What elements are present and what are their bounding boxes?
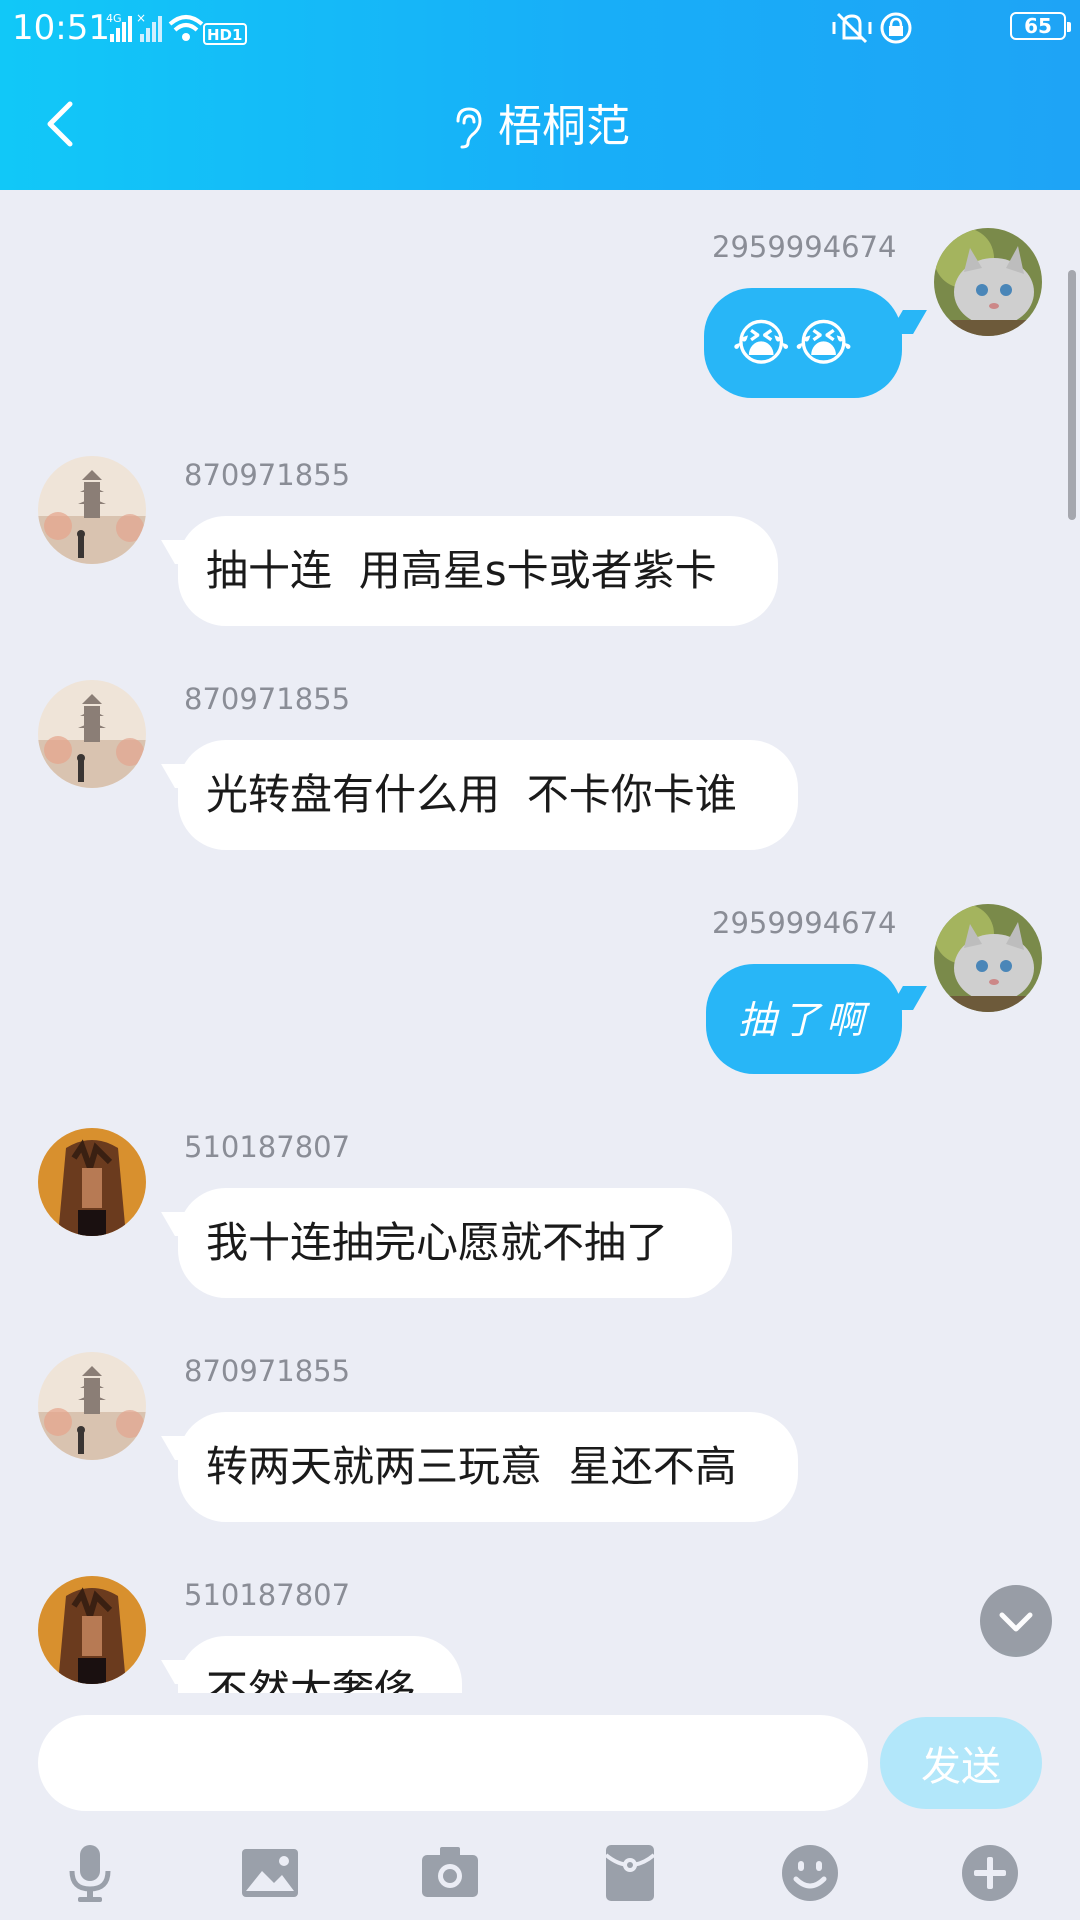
cat-avatar-image [934, 904, 1042, 1012]
message-bubble[interactable]: 我十连抽完心愿就不抽了 [178, 1188, 732, 1298]
input-area: 发送 [0, 1693, 1080, 1920]
chat-title-area[interactable]: 梧桐范 [0, 95, 1080, 157]
pagoda-avatar-image [38, 456, 146, 564]
message-text: 抽十连 用高星s卡或者紫卡 [206, 546, 717, 595]
pagoda-avatar-image [38, 1352, 146, 1460]
message-text: 我十连抽完心愿就不抽了 [206, 1218, 669, 1267]
ear-icon [456, 107, 482, 149]
message-bubble[interactable]: 不然太奢侈 [178, 1636, 462, 1693]
person-avatar-image [38, 1576, 146, 1684]
message-bubble[interactable]: 抽十连 用高星s卡或者紫卡 [178, 516, 778, 626]
signal-wifi-icons: 4G × HD1 [106, 11, 247, 45]
avatar[interactable] [38, 1128, 146, 1236]
battery-indicator: 65 [1010, 12, 1071, 40]
camera-button[interactable] [418, 1841, 482, 1905]
image-button[interactable] [238, 1841, 302, 1905]
chevron-down-icon [999, 1612, 1033, 1632]
emoji-icon [782, 1845, 838, 1901]
sender-id: 2959994674 [712, 230, 897, 264]
svg-text:HD1: HD1 [207, 26, 242, 44]
avatar[interactable] [934, 904, 1042, 1012]
status-time: 10:51 [12, 8, 110, 48]
camera-icon [422, 1847, 478, 1897]
cat-avatar-image [934, 228, 1042, 336]
message-text: 转两天就两三玩意 星还不高 [206, 1442, 737, 1491]
avatar[interactable] [934, 228, 1042, 336]
send-button[interactable]: 发送 [880, 1717, 1042, 1809]
status-right-icons [832, 12, 912, 44]
message-list[interactable]: 2959994674 😭😭 870971855 抽十连 用高星s卡或者紫卡 87… [0, 190, 1080, 1693]
person-avatar-image [38, 1128, 146, 1236]
sender-id: 510187807 [184, 1578, 351, 1612]
message-bubble[interactable]: 😭😭 [704, 288, 902, 398]
more-button[interactable] [958, 1841, 1022, 1905]
scrollbar[interactable] [1068, 270, 1076, 520]
microphone-icon [69, 1845, 111, 1902]
red-packet-button[interactable] [598, 1841, 662, 1905]
input-toolbar [0, 1833, 1080, 1920]
message-bubble[interactable]: 光转盘有什么用 不卡你卡谁 [178, 740, 798, 850]
message-text: 不然太奢侈 [206, 1666, 417, 1693]
avatar[interactable] [38, 1576, 146, 1684]
sender-id: 870971855 [184, 458, 351, 492]
sender-id: 870971855 [184, 1354, 351, 1388]
emoji-button[interactable] [778, 1841, 842, 1905]
avatar[interactable] [38, 456, 146, 564]
chat-title: 梧桐范 [498, 101, 630, 152]
message-text: 光转盘有什么用 不卡你卡谁 [206, 770, 737, 819]
status-bar: 10:51 4G × HD1 65 [0, 0, 1080, 56]
sender-id: 870971855 [184, 682, 351, 716]
network-type: 4G [106, 12, 122, 25]
sender-id: 510187807 [184, 1130, 351, 1164]
message-bubble[interactable]: 抽了啊 [706, 964, 902, 1074]
message-input[interactable] [38, 1715, 868, 1811]
avatar[interactable] [38, 680, 146, 788]
sender-id: 2959994674 [712, 906, 897, 940]
avatar[interactable] [38, 1352, 146, 1460]
image-icon [242, 1849, 298, 1897]
message-text: 😭😭 [732, 314, 857, 372]
red-packet-icon [604, 1845, 656, 1901]
message-text: 抽了啊 [737, 998, 870, 1042]
svg-text:×: × [136, 11, 146, 25]
chat-header: 10:51 4G × HD1 65 梧桐范 [0, 0, 1080, 190]
message-bubble[interactable]: 转两天就两三玩意 星还不高 [178, 1412, 798, 1522]
pagoda-avatar-image [38, 680, 146, 788]
plus-icon [962, 1845, 1018, 1901]
voice-button[interactable] [58, 1841, 122, 1905]
scroll-to-bottom-button[interactable] [980, 1585, 1052, 1657]
